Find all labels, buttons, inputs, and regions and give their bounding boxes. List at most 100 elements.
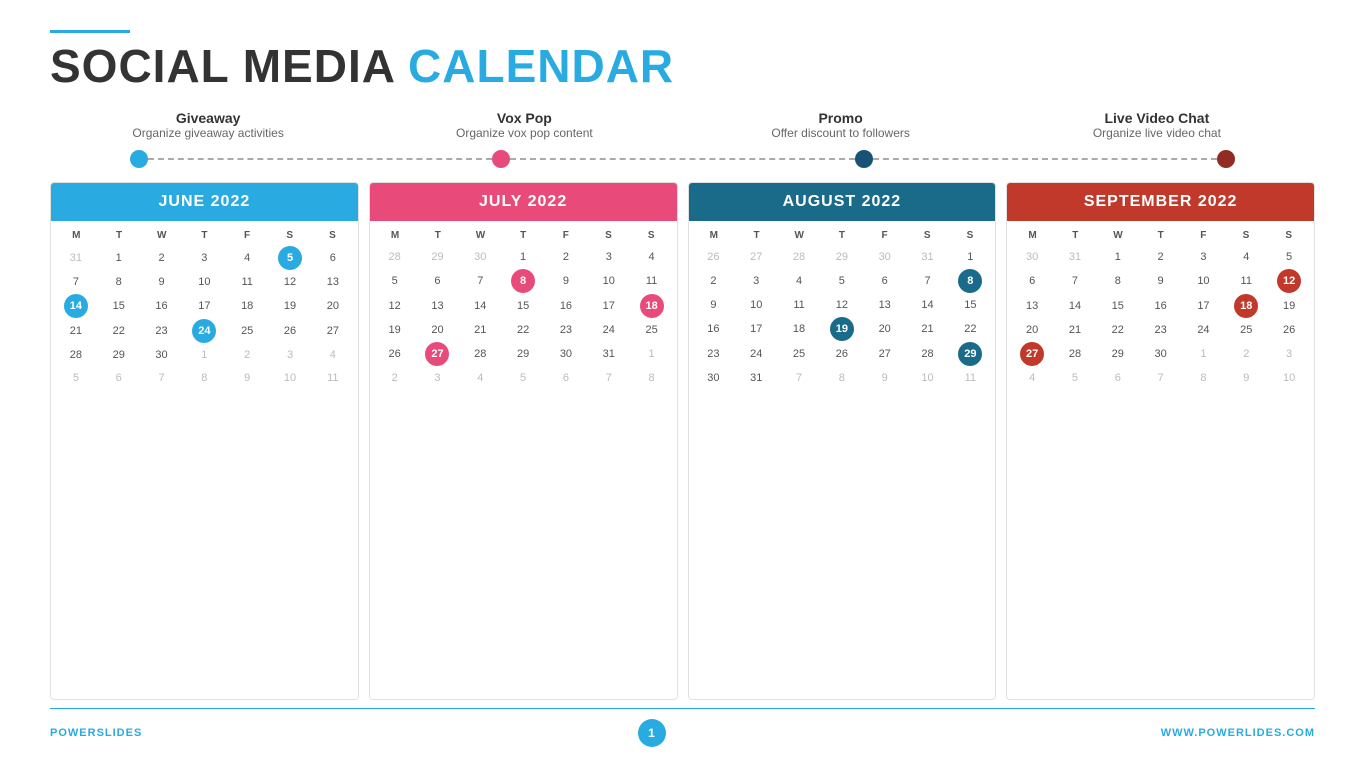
cell: 4: [312, 344, 354, 366]
page: SOCIAL MEDIA CALENDAR Giveaway Organize …: [0, 0, 1365, 767]
calendar-june-grid: 31 1 2 3 4 5 6 7 8 9 10 11 12 13 14 15 1: [55, 246, 354, 389]
calendar-july: JULY 2022 M T W T F S S 28 29 30 1 2: [369, 182, 678, 700]
cell: 15: [98, 294, 140, 318]
cell-highlight: 19: [830, 317, 854, 341]
title-black: SOCIAL MEDIA: [50, 40, 394, 92]
cell-highlight: 24: [192, 319, 216, 343]
calendar-september-daynames: M T W T F S S: [1011, 227, 1310, 244]
cell: 13: [312, 271, 354, 293]
categories-row: Giveaway Organize giveaway activities Vo…: [50, 110, 1315, 140]
category-sub-voxpop: Organize vox pop content: [366, 126, 682, 140]
calendar-june-header: JUNE 2022: [51, 183, 358, 221]
cell: 18: [226, 294, 268, 318]
cell-highlight: 27: [425, 342, 449, 366]
category-title-voxpop: Vox Pop: [366, 110, 682, 126]
day-m: M: [55, 227, 98, 244]
calendar-july-daynames: M T W T F S S: [374, 227, 673, 244]
footer-brand-accent: SLIDES: [97, 727, 143, 739]
day-t2: T: [183, 227, 226, 244]
cell-highlight: 8: [958, 269, 982, 293]
category-title-giveaway: Giveaway: [50, 110, 366, 126]
cell: 10: [269, 367, 311, 389]
cell: 3: [269, 344, 311, 366]
calendar-august-header: AUGUST 2022: [689, 183, 996, 221]
category-sub-livevideo: Organize live video chat: [999, 126, 1315, 140]
calendar-june: JUNE 2022 M T W T F S S 3 1 1 2 3 4 5: [50, 182, 359, 700]
calendar-august-grid: 26 27 28 29 30 31 1 2 3 4 5 6 7 8 9 10 1: [693, 246, 992, 389]
cell: 11: [312, 367, 354, 389]
calendar-august-daynames: M T W T F S S: [693, 227, 992, 244]
cell: 9: [226, 367, 268, 389]
timeline-dot-giveaway: [130, 150, 148, 168]
cell: 12: [269, 271, 311, 293]
cell: 28: [55, 344, 97, 366]
day-s2: S: [311, 227, 354, 244]
header: SOCIAL MEDIA CALENDAR: [50, 30, 1315, 92]
cell: 23: [141, 319, 183, 343]
day-w: W: [140, 227, 183, 244]
cell: 6: [312, 246, 354, 270]
cell: 2: [141, 246, 183, 270]
title-accent: CALENDAR: [408, 40, 674, 92]
timeline-line-1: [148, 158, 492, 160]
calendar-september-header: SEPTEMBER 2022: [1007, 183, 1314, 221]
header-line: [50, 30, 130, 33]
cell-highlight: 27: [1020, 342, 1044, 366]
category-giveaway: Giveaway Organize giveaway activities: [50, 110, 366, 140]
cell: 4: [226, 246, 268, 270]
timeline-dot-livevideo: [1217, 150, 1235, 168]
footer-brand: POWERSLIDES: [50, 727, 142, 739]
cell: 19: [269, 294, 311, 318]
calendar-july-body: M T W T F S S 28 29 30 1 2 3 4 5: [370, 221, 677, 699]
calendar-august: AUGUST 2022 M T W T F S S 26 27 28 29 30: [688, 182, 997, 700]
cell: 6: [98, 367, 140, 389]
cell: 26: [269, 319, 311, 343]
calendar-july-grid: 28 29 30 1 2 3 4 5 6 7 8 9 10 11 12 13 1: [374, 246, 673, 389]
page-title: SOCIAL MEDIA CALENDAR: [50, 41, 1315, 92]
category-title-livevideo: Live Video Chat: [999, 110, 1315, 126]
cell: 11: [226, 271, 268, 293]
cell: 17: [183, 294, 225, 318]
calendar-june-body: M T W T F S S 3 1 1 2 3 4 5 6 7 8: [51, 221, 358, 699]
cell-highlight: 8: [511, 269, 535, 293]
calendar-september: SEPTEMBER 2022 M T W T F S S 30 31 1 2 3: [1006, 182, 1315, 700]
cell: 22: [98, 319, 140, 343]
cell: 1: [183, 344, 225, 366]
cell: 30: [141, 344, 183, 366]
footer: POWERSLIDES 1 WWW.POWERLIDES.COM: [50, 708, 1315, 747]
cell: 10: [183, 271, 225, 293]
calendar-september-grid: 30 31 1 2 3 4 5 6 7 8 9 10 11 12 13 14 1: [1011, 246, 1310, 389]
cell: 8: [183, 367, 225, 389]
cell: 27: [312, 319, 354, 343]
cell: 16: [141, 294, 183, 318]
footer-page-num: 1: [638, 719, 666, 747]
cell-highlight: 12: [1277, 269, 1301, 293]
category-voxpop: Vox Pop Organize vox pop content: [366, 110, 682, 140]
timeline-line-3: [873, 158, 1217, 160]
calendar-july-header: JULY 2022: [370, 183, 677, 221]
calendar-september-body: M T W T F S S 30 31 1 2 3 4 5 6: [1007, 221, 1314, 699]
cell: 5: [55, 367, 97, 389]
cell: 20: [312, 294, 354, 318]
cell: 1: [98, 246, 140, 270]
cell: 3: [183, 246, 225, 270]
cell-highlight: 18: [1234, 294, 1258, 318]
calendars-container: JUNE 2022 M T W T F S S 3 1 1 2 3 4 5: [50, 182, 1315, 700]
cell-highlight: 18: [640, 294, 664, 318]
day-t: T: [98, 227, 141, 244]
category-livevideo: Live Video Chat Organize live video chat: [999, 110, 1315, 140]
cell: 7: [141, 367, 183, 389]
timeline-dot-promo: [855, 150, 873, 168]
cell: 9: [141, 271, 183, 293]
calendar-june-daynames: M T W T F S S: [55, 227, 354, 244]
cell-highlight: 29: [958, 342, 982, 366]
timeline-dot-voxpop: [492, 150, 510, 168]
day-f: F: [226, 227, 269, 244]
cell: 8: [98, 271, 140, 293]
timeline-line-2: [510, 158, 854, 160]
calendar-august-body: M T W T F S S 26 27 28 29 30 31 1 2: [689, 221, 996, 699]
category-title-promo: Promo: [683, 110, 999, 126]
cell: 25: [226, 319, 268, 343]
category-sub-promo: Offer discount to followers: [683, 126, 999, 140]
cell: 21: [55, 319, 97, 343]
